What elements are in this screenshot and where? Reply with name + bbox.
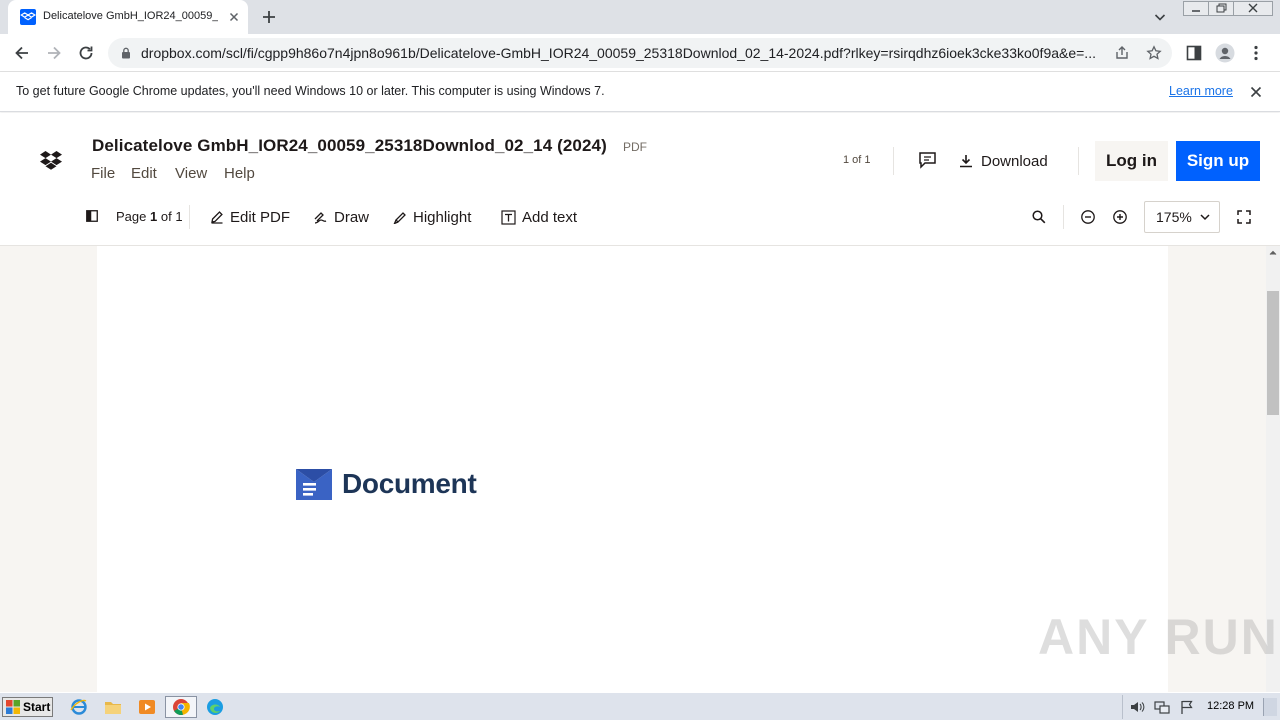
chevron-down-icon [1200,214,1210,221]
highlight-label: Highlight [413,208,472,226]
windows-taskbar: Start 12:28 PM [0,692,1280,720]
tab-title: Delicatelove GmbH_IOR24_00059_25318Downl… [43,10,218,22]
reload-icon[interactable] [76,43,96,63]
share-icon[interactable] [1114,45,1130,61]
document-logo: Document [295,466,477,502]
address-bar[interactable]: dropbox.com/scl/fi/cgpp9h86o7n4jpn8o961b… [108,38,1172,68]
page-indicator: Page 1 of 1 [116,209,183,224]
page-label: Page [116,209,147,224]
pdf-page[interactable]: Document [97,246,1168,692]
edit-pdf-label: Edit PDF [230,208,291,226]
browser-tab[interactable]: Delicatelove GmbH_IOR24_00059_25318Downl… [8,0,248,34]
side-panel-icon[interactable] [1184,43,1204,63]
menu-view[interactable]: View [175,165,207,182]
system-tray: 12:28 PM [1122,695,1280,719]
media-player-icon[interactable] [138,698,156,716]
internet-explorer-icon[interactable] [70,698,88,716]
menu-help[interactable]: Help [224,165,255,182]
zoom-value: 175% [1156,209,1192,225]
tab-strip: Delicatelove GmbH_IOR24_00059_25318Downl… [0,0,1280,34]
download-icon [960,155,972,168]
dropbox-favicon-icon [20,9,36,25]
fullscreen-icon[interactable] [1236,209,1252,225]
back-arrow-icon[interactable] [12,43,32,63]
infobar-message: To get future Google Chrome updates, you… [16,84,605,98]
url-text[interactable]: dropbox.com/scl/fi/cgpp9h86o7n4jpn8o961b… [141,45,1116,61]
draw-label: Draw [334,208,370,226]
learn-more-link[interactable]: Learn more [1169,84,1233,98]
taskbar-chrome-active[interactable] [165,696,197,718]
draw-icon [314,212,327,224]
watermark-logo: ANY RUN [1038,609,1279,665]
document-type-badge: PDF [623,140,647,154]
document-title: Delicatelove GmbH_IOR24_00059_25318Downl… [92,136,607,155]
close-window-icon[interactable] [1233,1,1273,16]
signup-button[interactable]: Sign up [1176,141,1260,181]
close-infobar-icon[interactable] [1249,85,1263,99]
login-button[interactable]: Log in [1095,141,1168,181]
menu-file[interactable]: File [91,165,115,182]
zoom-out-icon[interactable] [1080,209,1096,225]
chrome-icon [173,699,190,715]
browser-toolbar: dropbox.com/scl/fi/cgpp9h86o7n4jpn8o961b… [0,34,1280,72]
document-logo-text: Document [342,468,477,499]
scrollbar-thumb[interactable] [1267,291,1279,415]
file-explorer-icon[interactable] [104,698,122,716]
add-text-icon [501,209,516,225]
minimize-window-icon[interactable] [1183,1,1209,16]
page-total: of 1 [160,209,183,224]
scroll-up-icon[interactable] [1266,246,1280,260]
windows-logo-icon [6,700,20,714]
add-text-button[interactable]: Add text [501,207,577,227]
dropbox-logo-icon[interactable] [40,150,62,170]
highlight-button[interactable]: Highlight [393,207,471,227]
dropbox-header: Delicatelove GmbH_IOR24_00059_25318Downl… [0,113,1280,246]
volume-icon[interactable] [1129,699,1145,715]
taskbar-clock[interactable]: 12:28 PM [1207,700,1254,712]
profile-avatar-icon[interactable] [1215,43,1235,63]
comment-icon[interactable] [918,151,937,169]
sidebar-toggle-icon[interactable] [86,210,98,222]
highlighter-icon [393,212,406,224]
start-label: Start [23,700,51,714]
close-tab-icon[interactable] [226,9,242,25]
pencil-icon [211,211,223,224]
header-divider [1078,147,1079,175]
toolbar-divider [1063,205,1064,229]
bookmark-star-icon[interactable] [1146,45,1162,61]
download-label: Download [981,152,1048,170]
forward-arrow-icon[interactable] [44,43,64,63]
action-center-flag-icon[interactable] [1179,699,1195,715]
zoom-in-icon[interactable] [1112,209,1128,225]
menu-edit[interactable]: Edit [131,165,157,182]
update-infobar: To get future Google Chrome updates, you… [0,72,1280,112]
page-count: 1 of 1 [843,154,871,166]
new-tab-icon[interactable] [260,8,278,26]
draw-button[interactable]: Draw [313,207,369,227]
edge-icon[interactable] [206,698,224,716]
search-icon[interactable] [1031,209,1047,225]
show-desktop-button[interactable] [1263,698,1277,716]
start-button[interactable]: Start [2,697,53,717]
page-current[interactable]: 1 [150,209,157,224]
header-divider [893,147,894,175]
lock-icon[interactable] [120,47,132,59]
edit-pdf-button[interactable]: Edit PDF [210,207,290,227]
restore-window-icon[interactable] [1208,1,1234,16]
tab-search-chevron-icon[interactable] [1152,9,1168,25]
network-icon[interactable] [1154,699,1170,715]
zoom-select[interactable]: 175% [1144,201,1220,233]
download-button[interactable]: Download [958,149,1048,173]
more-menu-icon[interactable] [1246,43,1266,63]
add-text-label: Add text [522,208,578,226]
toolbar-divider [189,205,190,229]
document-logo-icon [296,469,332,500]
